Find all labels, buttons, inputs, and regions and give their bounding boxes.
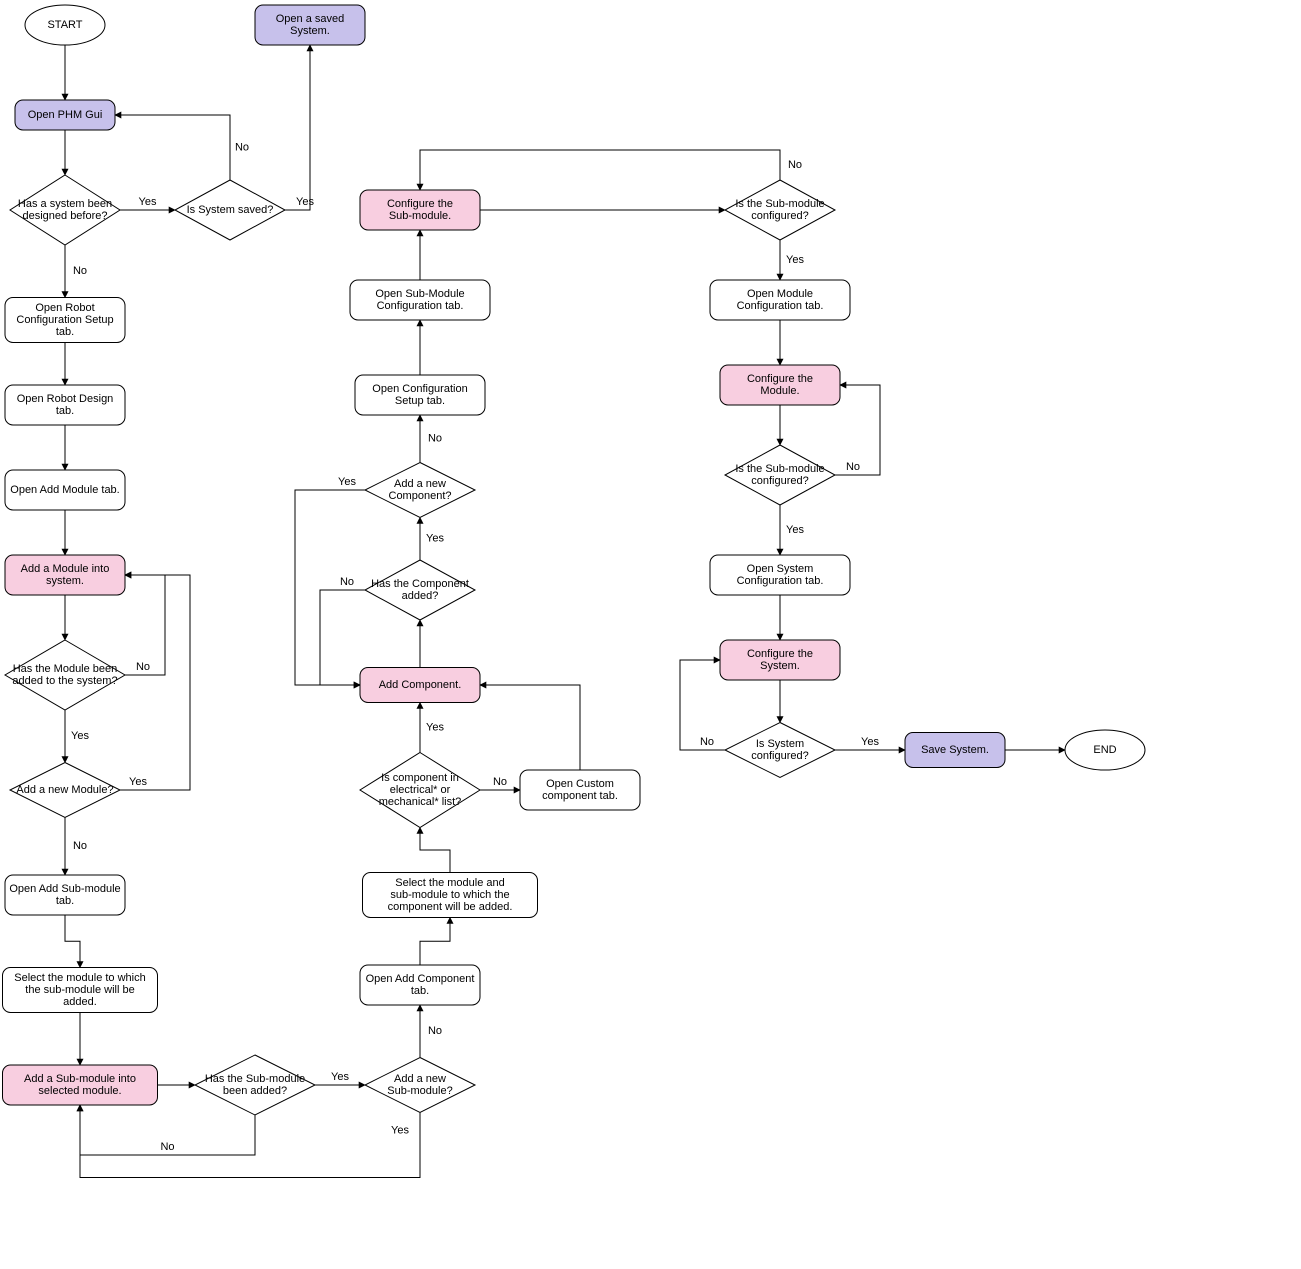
edge-label: No	[493, 776, 507, 788]
edge-label: Yes	[861, 736, 879, 748]
svg-text:Add a Sub-module intoselected: Add a Sub-module intoselected module.	[24, 1073, 136, 1097]
edge-label: No	[136, 661, 150, 673]
svg-text:Open Sub-ModuleConfiguration t: Open Sub-ModuleConfiguration tab.	[375, 288, 464, 312]
edge-label: No	[846, 461, 860, 473]
edge	[320, 590, 365, 685]
svg-text:Is System saved?: Is System saved?	[187, 204, 274, 216]
edge-label: No	[428, 1025, 442, 1037]
svg-text:Add Component.: Add Component.	[379, 679, 462, 691]
svg-text:Is Systemconfigured?: Is Systemconfigured?	[751, 738, 809, 762]
svg-text:Select the module andsub-modul: Select the module andsub-module to which…	[388, 877, 513, 913]
edge	[285, 45, 310, 210]
edge	[295, 490, 365, 685]
svg-text:Open SystemConfiguration tab.: Open SystemConfiguration tab.	[737, 563, 824, 587]
svg-text:Has a system beendesigned befo: Has a system beendesigned before?	[18, 198, 112, 222]
edge-label: Yes	[426, 533, 444, 545]
edge-label: No	[73, 265, 87, 277]
svg-text:START: START	[47, 19, 82, 31]
edge	[480, 685, 580, 770]
edge-label: Yes	[391, 1124, 409, 1136]
svg-text:Save System.: Save System.	[921, 744, 989, 756]
svg-text:Open Customcomponent tab.: Open Customcomponent tab.	[542, 778, 618, 802]
svg-text:Open PHM Gui: Open PHM Gui	[28, 109, 103, 121]
svg-text:Add a newSub-module?: Add a newSub-module?	[387, 1073, 452, 1097]
edge	[420, 828, 450, 873]
edge	[120, 575, 190, 790]
edge-label: Yes	[296, 196, 314, 208]
edge-label: Yes	[426, 721, 444, 733]
svg-text:Open ModuleConfiguration tab.: Open ModuleConfiguration tab.	[737, 288, 824, 312]
svg-text:Has the Module beenadded to th: Has the Module beenadded to the system?	[12, 663, 117, 687]
edge-label: Yes	[71, 730, 89, 742]
edge-label: Yes	[331, 1071, 349, 1083]
edge-label: No	[340, 576, 354, 588]
edge	[65, 915, 80, 968]
edge	[420, 150, 780, 190]
svg-text:Add a new Module?: Add a new Module?	[16, 784, 113, 796]
svg-text:Is component inelectrical* orm: Is component inelectrical* ormechanical*…	[379, 772, 462, 808]
edge-label: Yes	[139, 196, 157, 208]
edge-label: No	[235, 141, 249, 153]
svg-text:END: END	[1093, 744, 1116, 756]
svg-text:Configure theSub-module.: Configure theSub-module.	[387, 198, 453, 222]
edge-label: Yes	[338, 476, 356, 488]
edge	[420, 918, 450, 966]
edge	[115, 115, 230, 180]
edge-label: No	[160, 1141, 174, 1153]
edge-label: Yes	[786, 524, 804, 536]
edge-label: Yes	[786, 254, 804, 266]
edge-label: Yes	[129, 776, 147, 788]
svg-text:Open Add Module tab.: Open Add Module tab.	[10, 484, 119, 496]
edge-label: No	[428, 433, 442, 445]
edge-label: No	[73, 840, 87, 852]
edge	[80, 1105, 420, 1178]
edge-label: No	[700, 736, 714, 748]
svg-text:Add a newComponent?: Add a newComponent?	[389, 478, 452, 502]
edge-label: No	[788, 159, 802, 171]
